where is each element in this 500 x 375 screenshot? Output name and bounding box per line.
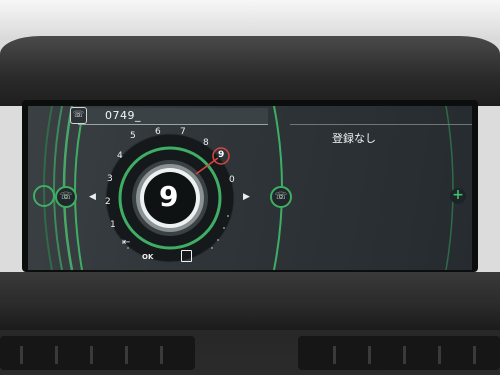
digit-9-highlighted[interactable]: 9 [218, 150, 224, 160]
air-vent-right [298, 336, 500, 370]
selected-digit: 9 [159, 180, 179, 213]
contacts-header [290, 108, 472, 125]
phone-book-right-button[interactable]: ☏ [270, 186, 292, 208]
digit-1[interactable]: 1 [110, 220, 116, 230]
input-header: ☏ 0749_ [70, 107, 268, 125]
dashboard-top [0, 36, 500, 106]
no-entries-text: 登録なし [332, 132, 376, 145]
digit-4[interactable]: 4 [117, 151, 123, 161]
digit-8[interactable]: 8 [203, 138, 209, 148]
number-input[interactable]: 0749_ [105, 109, 141, 122]
digit-5[interactable]: 5 [130, 131, 136, 141]
phone-book-icon: ☏ [70, 107, 87, 124]
phone-book-left-button[interactable]: ☏ [55, 186, 77, 208]
contacts-pane: 登録なし [290, 106, 472, 270]
dashboard-ledge [0, 300, 500, 330]
digit-2[interactable]: 2 [105, 197, 111, 207]
backspace-button[interactable]: ⇤ [122, 237, 130, 248]
plus-icon[interactable]: + [450, 188, 466, 204]
display-screen: ☏ 0749_ 5 6 7 8 9 0 1 2 3 4 9 ⇤ OK ◀ ▶ ☏… [28, 106, 472, 270]
ceiling [0, 0, 500, 40]
digit-3[interactable]: 3 [107, 174, 113, 184]
digit-6[interactable]: 6 [155, 127, 161, 137]
air-vent-left [0, 336, 195, 370]
digit-0[interactable]: 0 [229, 175, 235, 185]
digit-7[interactable]: 7 [180, 127, 186, 137]
copy-icon[interactable] [181, 250, 192, 262]
triangle-right-icon[interactable]: ▶ [243, 192, 250, 202]
ok-button[interactable]: OK [142, 253, 153, 261]
triangle-left-icon[interactable]: ◀ [89, 192, 96, 202]
